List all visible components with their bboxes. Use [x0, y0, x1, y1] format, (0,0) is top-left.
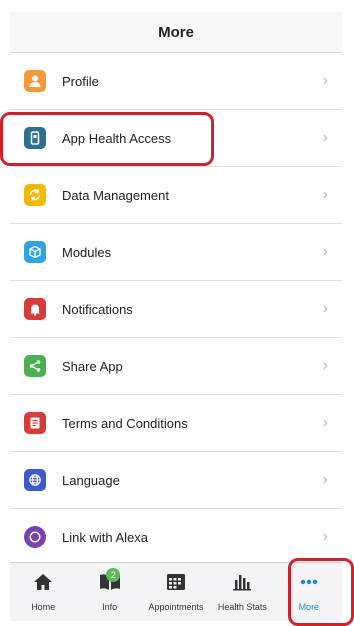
menu-item-label: Link with Alexa: [62, 529, 148, 545]
chevron-right-icon: ›: [322, 300, 328, 317]
person-icon: [24, 70, 46, 92]
tab-appointments[interactable]: Appointments: [143, 563, 209, 621]
chevron-right-icon: ›: [322, 357, 328, 374]
chevron-right-icon: ›: [322, 129, 328, 146]
menu-item-language[interactable]: Language ›: [10, 452, 342, 509]
bell-icon: [24, 298, 46, 320]
chevron-right-icon: ›: [322, 186, 328, 203]
menu-item-notifications[interactable]: Notifications ›: [10, 281, 342, 338]
document-icon: [24, 412, 46, 434]
tab-label: Health Stats: [217, 602, 267, 612]
menu-item-data-management[interactable]: Data Management ›: [10, 167, 342, 224]
menu-item-link-with-alexa[interactable]: Link with Alexa ›: [10, 509, 342, 565]
alexa-icon: [24, 526, 46, 548]
menu-item-terms-and-conditions[interactable]: Terms and Conditions ›: [10, 395, 342, 452]
menu-item-label: Profile: [62, 73, 99, 89]
sync-icon: [24, 184, 46, 206]
tab-info[interactable]: 2 Info: [76, 563, 142, 621]
nav-header: More: [10, 12, 342, 53]
cube-icon: [24, 241, 46, 263]
page-title: More: [158, 23, 194, 41]
tab-label: Home: [31, 602, 56, 612]
menu-item-label: Data Management: [62, 187, 169, 203]
tab-home[interactable]: Home: [10, 563, 76, 621]
menu-item-label: Notifications: [62, 301, 133, 317]
chevron-right-icon: ›: [322, 528, 328, 545]
chevron-right-icon: ›: [322, 72, 328, 89]
highlight-app-health-access: [0, 112, 214, 166]
menu-item-label: Modules: [62, 244, 112, 260]
menu-item-share-app[interactable]: Share App ›: [10, 338, 342, 395]
menu-item-profile[interactable]: Profile ›: [10, 53, 342, 110]
menu-item-label: Language: [62, 472, 120, 488]
menu-item-modules[interactable]: Modules ›: [10, 224, 342, 281]
share-icon: [24, 355, 46, 377]
menu-item-label: Terms and Conditions: [62, 415, 188, 431]
chevron-right-icon: ›: [322, 471, 328, 488]
tab-health-stats[interactable]: Health Stats: [209, 563, 275, 621]
chevron-right-icon: ›: [322, 243, 328, 260]
tab-label: Appointments: [148, 602, 204, 612]
highlight-more-tab: [288, 558, 354, 626]
home-icon: [32, 572, 54, 597]
menu-item-label: Share App: [62, 358, 123, 374]
calendar-icon: [165, 572, 187, 597]
chevron-right-icon: ›: [322, 414, 328, 431]
globe-icon: [24, 469, 46, 491]
bar-chart-icon: [231, 572, 253, 597]
tab-label: Info: [102, 602, 118, 612]
